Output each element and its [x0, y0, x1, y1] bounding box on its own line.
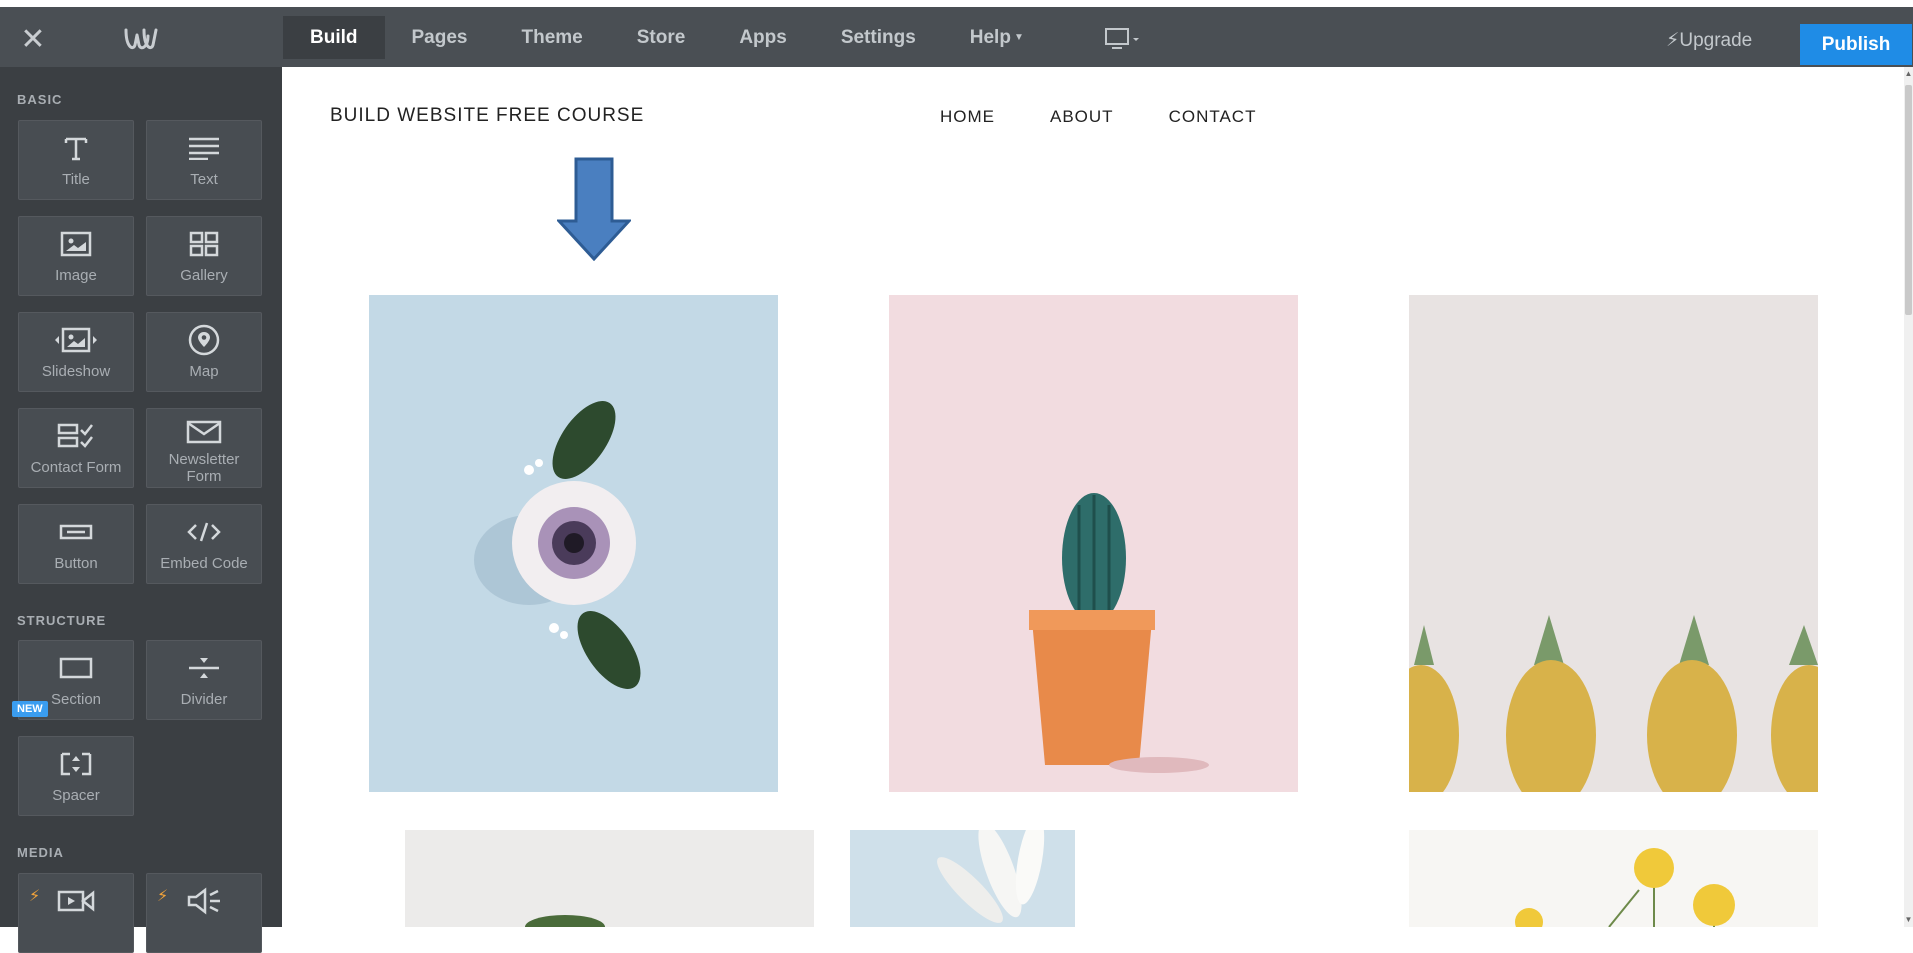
site-title[interactable]: BUILD WEBSITE FREE COURSE — [330, 105, 644, 127]
element-embed-code-tile[interactable]: Embed Code — [146, 504, 262, 584]
device-preview-toggle[interactable] — [1104, 27, 1144, 55]
tab-theme[interactable]: Theme — [494, 16, 609, 59]
section-label-basic: BASIC — [17, 92, 63, 107]
section-label-structure: STRUCTURE — [17, 613, 107, 628]
site-nav-contact[interactable]: CONTACT — [1169, 107, 1257, 127]
weebly-logo-icon[interactable] — [124, 27, 158, 53]
gallery-image-yellow-flowers[interactable] — [1409, 830, 1818, 927]
close-icon[interactable]: ✕ — [18, 25, 48, 55]
video-camera-icon — [57, 890, 95, 912]
lightning-icon: ⚡ — [1666, 30, 1680, 51]
scroll-down-icon[interactable]: ▼ — [1904, 915, 1913, 925]
tab-help[interactable]: Help ▼ — [943, 16, 1051, 59]
pineapples-photo — [1409, 615, 1818, 792]
editor-toolbar: ✕ Build Pages Theme Store Apps Settings … — [0, 7, 1913, 67]
element-image-tile[interactable]: Image — [18, 216, 134, 296]
gallery-grid-icon — [189, 231, 219, 257]
divider-icon — [189, 658, 219, 678]
envelope-icon — [186, 420, 222, 444]
spacer-icon — [60, 752, 92, 776]
tab-settings[interactable]: Settings — [814, 16, 943, 59]
section-icon — [59, 657, 93, 679]
gallery-image-daisy[interactable] — [850, 830, 1075, 927]
element-contact-form-tile[interactable]: Contact Form — [18, 408, 134, 488]
site-nav-about[interactable]: ABOUT — [1050, 107, 1114, 127]
element-button-tile[interactable]: Button — [18, 504, 134, 584]
map-pin-icon — [188, 324, 220, 356]
site-nav-home[interactable]: HOME — [940, 107, 995, 127]
tab-build[interactable]: Build — [283, 16, 385, 59]
chevron-down-icon: ▼ — [1013, 32, 1024, 44]
element-slideshow-tile[interactable]: Slideshow — [18, 312, 134, 392]
site-preview-canvas[interactable]: BUILD WEBSITE FREE COURSE HOME ABOUT CON… — [282, 67, 1904, 927]
element-map-tile[interactable]: Map — [146, 312, 262, 392]
tab-apps[interactable]: Apps — [712, 16, 814, 59]
site-nav: HOME ABOUT CONTACT — [940, 107, 1311, 127]
element-spacer-tile[interactable]: Spacer — [18, 736, 134, 816]
element-title-tile[interactable]: Title — [18, 120, 134, 200]
speaker-icon — [187, 887, 220, 915]
element-text-tile[interactable]: Text — [146, 120, 262, 200]
gallery-image-pineapples[interactable] — [1409, 295, 1818, 792]
desktop-monitor-icon — [1105, 28, 1139, 49]
tab-store[interactable]: Store — [610, 16, 713, 59]
section-label-media: MEDIA — [17, 845, 64, 860]
plant-photo — [525, 915, 605, 927]
elements-sidebar: BASIC Title Text Image Gallery Slideshow… — [0, 67, 282, 953]
text-lines-icon — [189, 137, 219, 160]
title-icon — [64, 137, 88, 161]
element-divider-tile[interactable]: Divider — [146, 640, 262, 720]
down-arrow-annotation — [557, 157, 631, 261]
element-video-tile[interactable]: ⚡ — [18, 873, 134, 953]
flower-photo — [474, 401, 641, 689]
contact-form-icon — [57, 423, 93, 448]
new-badge: NEW — [12, 701, 48, 717]
yellow-flowers-photo — [1515, 848, 1735, 927]
slideshow-icon — [55, 327, 97, 353]
upgrade-button[interactable]: ⚡Upgrade — [1666, 24, 1752, 58]
canvas-scrollbar[interactable]: ▲ ▼ — [1904, 67, 1913, 927]
element-audio-tile[interactable]: ⚡ — [146, 873, 262, 953]
scrollbar-thumb[interactable] — [1905, 85, 1912, 315]
code-brackets-icon — [187, 522, 221, 542]
cactus-photo — [1029, 493, 1209, 773]
image-icon — [60, 231, 92, 257]
button-icon — [59, 524, 93, 540]
gallery-image-plant[interactable] — [405, 830, 814, 927]
scroll-up-icon[interactable]: ▲ — [1904, 69, 1913, 79]
gallery-image-flower[interactable] — [369, 295, 778, 792]
element-newsletter-form-tile[interactable]: Newsletter Form — [146, 408, 262, 488]
editor-nav: Build Pages Theme Store Apps Settings He… — [283, 16, 1051, 59]
gallery-image-cactus[interactable] — [889, 295, 1298, 792]
element-gallery-tile[interactable]: Gallery — [146, 216, 262, 296]
window-top-strip — [0, 0, 1913, 7]
tab-pages[interactable]: Pages — [385, 16, 495, 59]
publish-button[interactable]: Publish — [1800, 24, 1912, 65]
daisy-photo — [937, 830, 1045, 923]
